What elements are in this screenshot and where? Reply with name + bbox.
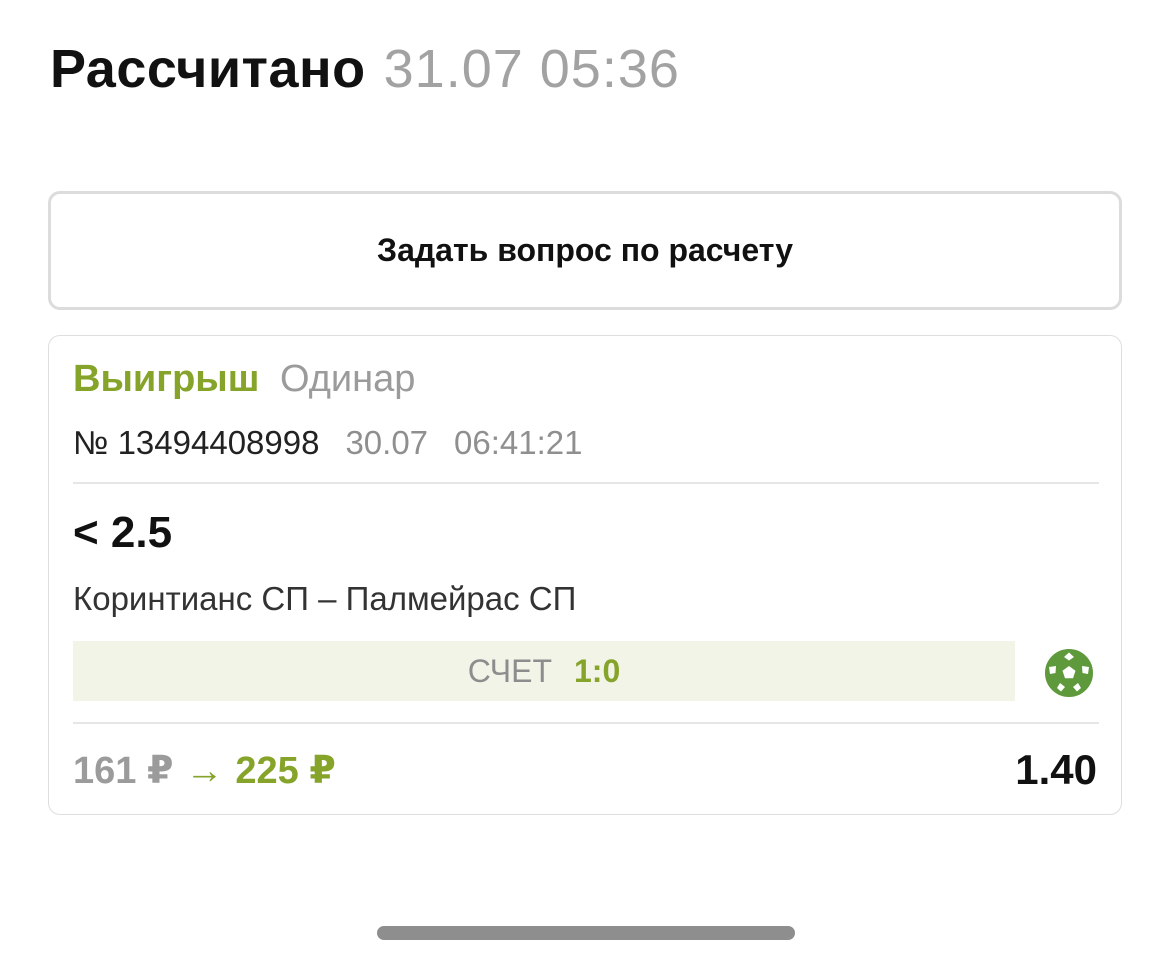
divider <box>73 482 1099 484</box>
bet-status-line: Выигрыш Одинар <box>73 358 415 401</box>
bet-odds: 1.40 <box>1015 746 1097 793</box>
score-label: СЧЕТ <box>467 652 552 689</box>
home-indicator[interactable] <box>377 926 795 940</box>
soccer-ball-icon <box>1045 649 1093 697</box>
bet-details-screen: Рассчитано 31.07 05:36 Задать вопрос по … <box>0 0 1170 965</box>
event-name[interactable]: Коринтианс СП – Палмейрас СП <box>73 580 576 618</box>
bet-result-status: Выигрыш <box>73 358 260 400</box>
score-bar: СЧЕТ 1:0 <box>73 641 1015 701</box>
payout-amount: 225 ₽ <box>235 750 336 792</box>
page-header: Рассчитано 31.07 05:36 <box>50 38 680 100</box>
bet-number: № 13494408998 <box>73 424 320 461</box>
bet-date: 30.07 <box>345 424 429 461</box>
bet-meta: № 13494408998 30.07 06:41:21 <box>73 424 583 462</box>
bet-outcome: < 2.5 <box>73 508 173 557</box>
bet-card: Выигрыш Одинар № 13494408998 30.07 06:41… <box>48 335 1122 815</box>
settled-datetime: 31.07 05:36 <box>383 39 680 99</box>
ask-question-button[interactable]: Задать вопрос по расчету <box>48 191 1122 310</box>
divider <box>73 722 1099 724</box>
stake-amount: 161 ₽ <box>73 750 174 792</box>
score-value: 1:0 <box>574 652 621 689</box>
page-title: Рассчитано <box>50 39 366 99</box>
amounts: 161 ₽ → 225 ₽ <box>73 748 336 793</box>
bet-type: Одинар <box>279 358 416 400</box>
bet-time: 06:41:21 <box>454 424 583 461</box>
arrow-right-icon: → <box>185 750 224 792</box>
